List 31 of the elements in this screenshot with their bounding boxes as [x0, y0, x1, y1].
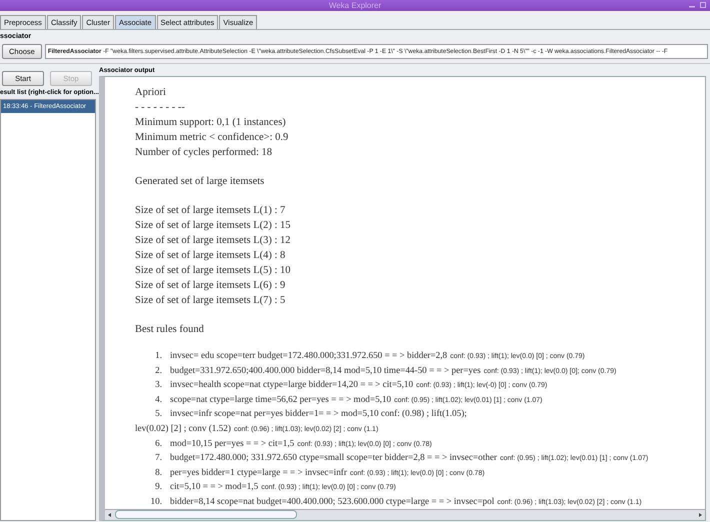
rule-number: 7.	[154, 451, 163, 464]
output-line: Size of set of large itemsets L(5) : 10	[135, 264, 292, 278]
rule-number: 9.	[154, 480, 163, 494]
rule-number: 4.	[154, 392, 163, 406]
output-line: Size of set of large itemsets L(3) : 12	[135, 234, 292, 248]
output-line: Minimum support: 0,1 (1 instances)	[135, 116, 287, 130]
scroll-thumb[interactable]	[115, 510, 297, 520]
output-line: Generated set of large itemsets	[135, 175, 266, 189]
output-line: - - - - - - - --	[135, 101, 186, 115]
output-line: Apriori	[135, 86, 167, 100]
scroll-right-icon[interactable]	[697, 512, 703, 518]
output-line: Size of set of large itemsets L(4) : 8	[135, 249, 286, 263]
output-line: Number of cycles performed: 18	[135, 146, 274, 160]
window-title: Weka Explorer	[328, 1, 382, 10]
rule-number: 8.	[154, 466, 163, 479]
output-line: Size of set of large itemsets L(1) : 7	[135, 204, 286, 218]
rule-text: invsec=infr scope=nat per=yes bidder=1= = > mod=5,10 conf: (0.98) ; lift(1.05);	[170, 407, 467, 420]
output-line: Size of set of large itemsets L(6) : 9	[135, 279, 286, 293]
rule-number: 3.	[154, 378, 163, 392]
rule-number: 6.	[154, 436, 163, 450]
rule-number: 1.	[154, 349, 163, 362]
rule-number: 2.	[154, 364, 163, 377]
output-line: Best rules found	[135, 323, 205, 337]
output-line: Size of set of large itemsets L(2) : 15	[135, 219, 292, 233]
maximize-icon[interactable]	[700, 1, 706, 9]
horizontal-scrollbar[interactable]	[105, 508, 705, 520]
scroll-left-icon[interactable]	[107, 512, 113, 518]
rule-number: 10.	[150, 494, 163, 508]
output-line: Size of set of large itemsets L(7) : 5	[135, 294, 286, 308]
rule-number: 5.	[154, 407, 163, 420]
output-line: Minimum metric < confidence>: 0.9	[135, 131, 290, 145]
